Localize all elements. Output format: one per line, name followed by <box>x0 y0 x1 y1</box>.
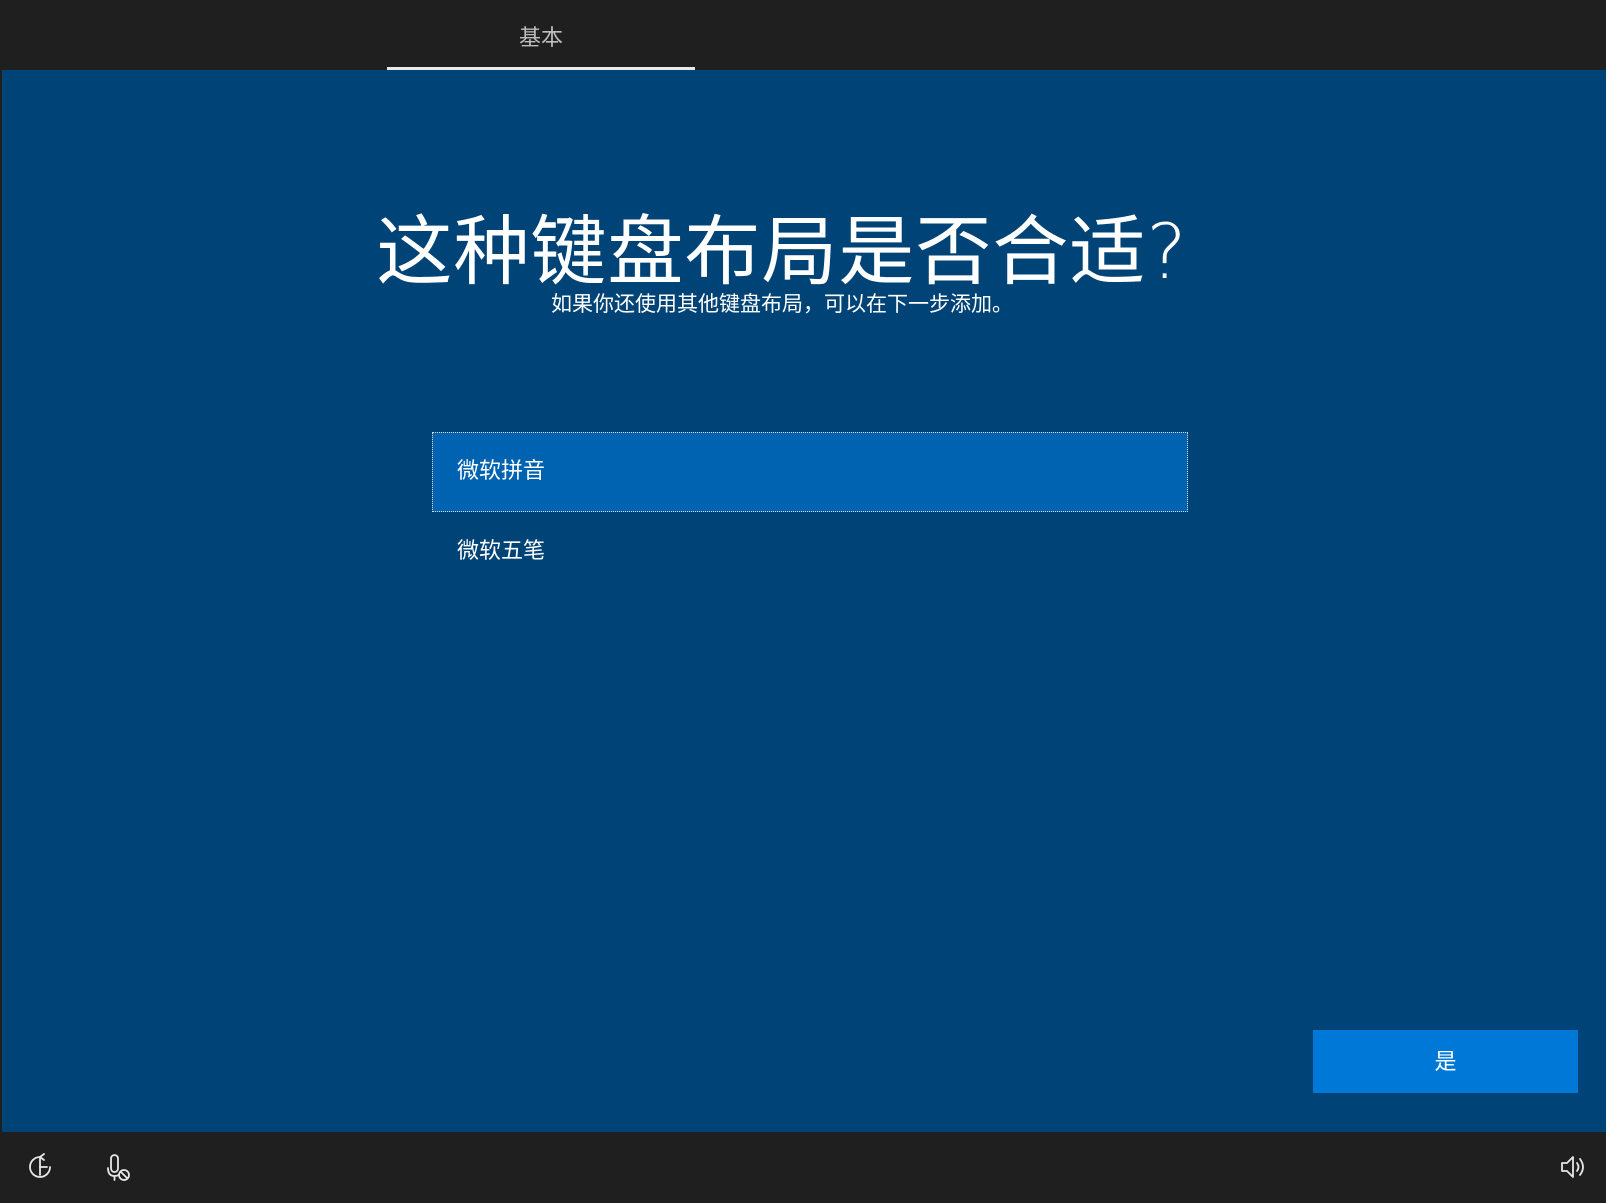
top-bar: 基本 <box>2 0 1606 70</box>
page-title: 这种键盘布局是否合适? <box>376 207 1188 296</box>
volume-icon[interactable] <box>1558 1152 1588 1182</box>
tab-label: 基本 <box>518 26 563 51</box>
ease-of-access-icon[interactable] <box>25 1152 55 1182</box>
page-subtitle: 如果你还使用其他键盘布局，可以在下一步添加。 <box>551 292 1013 316</box>
list-item-microsoft-pinyin[interactable]: 微软拼音 <box>432 432 1188 512</box>
microphone-muted-icon[interactable] <box>103 1152 133 1182</box>
keyboard-layout-list: 微软拼音 微软五笔 <box>432 432 1188 592</box>
tab-basics[interactable]: 基本 <box>387 0 695 70</box>
list-item-label: 微软拼音 <box>457 459 546 484</box>
list-item-microsoft-wubi[interactable]: 微软五笔 <box>432 512 1188 592</box>
setup-window: 基本 这种键盘布局是否合适? 如果你还使用其他键盘布局，可以在下一步添加。 微软… <box>2 0 1606 1203</box>
main-panel: 这种键盘布局是否合适? 如果你还使用其他键盘布局，可以在下一步添加。 微软拼音 … <box>2 70 1606 1132</box>
yes-button[interactable]: 是 <box>1313 1030 1578 1093</box>
list-item-label: 微软五笔 <box>457 539 546 564</box>
bottom-bar <box>2 1132 1606 1203</box>
